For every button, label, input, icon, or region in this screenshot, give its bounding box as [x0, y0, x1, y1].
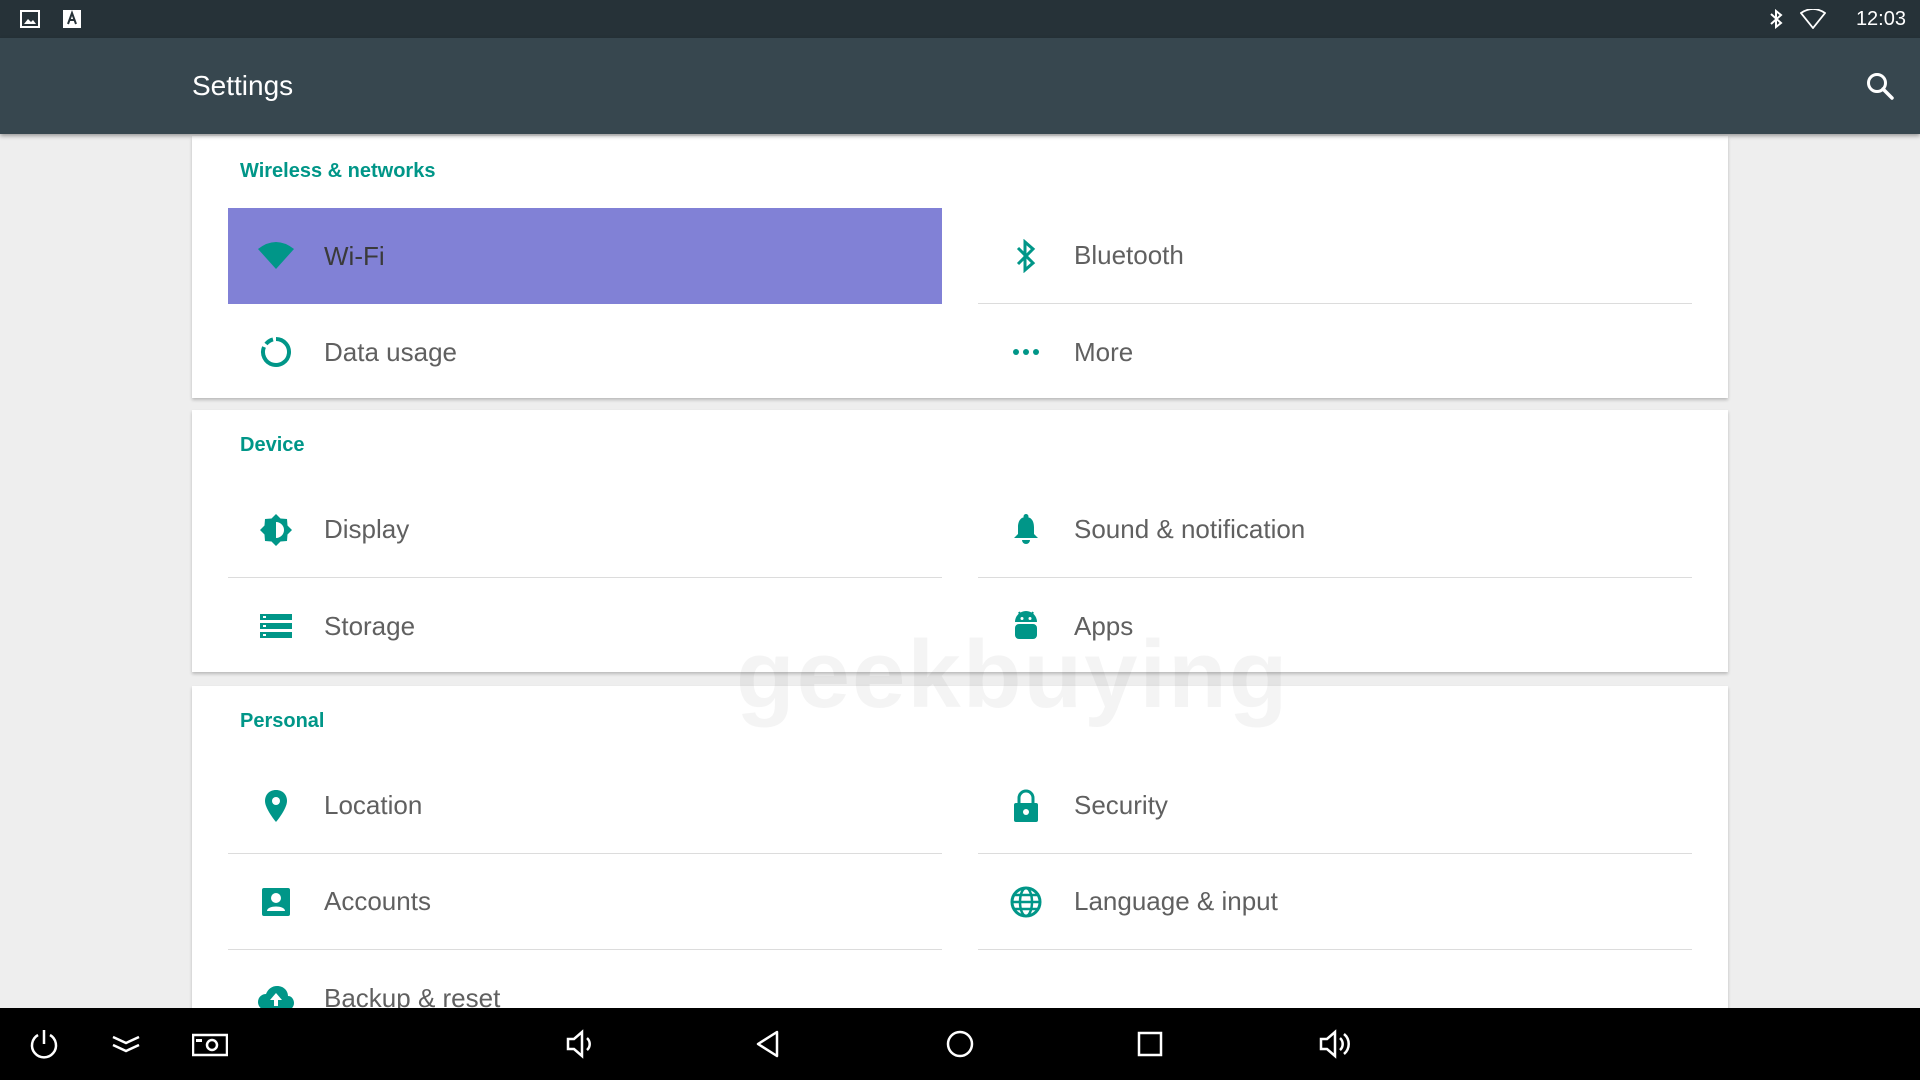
- home-icon[interactable]: [936, 1020, 984, 1068]
- personal-section-card: Personal Location Security Accounts Lang…: [192, 686, 1728, 1008]
- bluetooth-icon: [978, 208, 1074, 304]
- android-icon: [978, 578, 1074, 674]
- status-bar: 12:03: [0, 0, 1920, 38]
- device-section-card: Device Display Sound & notification Stor…: [192, 410, 1728, 672]
- collapse-icon[interactable]: [102, 1020, 150, 1068]
- volume-down-icon[interactable]: [558, 1020, 606, 1068]
- tile-label-location: Location: [324, 790, 423, 820]
- status-left: [20, 9, 82, 29]
- screenshot-icon[interactable]: [186, 1020, 234, 1068]
- toolbar: Settings: [0, 38, 1920, 134]
- section-header-personal: Personal: [240, 710, 325, 732]
- cloud-upload-icon: [228, 950, 324, 1008]
- globe-icon: [978, 854, 1074, 950]
- volume-up-icon[interactable]: [1314, 1020, 1362, 1068]
- tile-accounts[interactable]: Accounts: [228, 854, 942, 950]
- tile-bluetooth[interactable]: Bluetooth: [978, 208, 1692, 304]
- tile-location[interactable]: Location: [228, 758, 942, 854]
- tile-label-security: Security: [1074, 790, 1168, 820]
- tile-apps[interactable]: Apps: [978, 578, 1692, 674]
- status-clock: 12:03: [1855, 7, 1906, 30]
- status-right: 12:03: [1766, 8, 1906, 31]
- tile-label-accounts: Accounts: [324, 886, 431, 916]
- tile-display[interactable]: Display: [228, 482, 942, 578]
- recents-icon[interactable]: [1126, 1020, 1174, 1068]
- brightness-icon: [228, 482, 324, 578]
- bluetooth-status-icon: [1766, 9, 1786, 29]
- power-icon[interactable]: [20, 1020, 68, 1068]
- tile-sound-notification[interactable]: Sound & notification: [978, 482, 1692, 578]
- tile-label-bluetooth: Bluetooth: [1074, 240, 1184, 270]
- image-icon: [20, 9, 40, 29]
- tile-label-sound: Sound & notification: [1074, 514, 1306, 544]
- tile-label-display: Display: [324, 514, 410, 544]
- section-header-wireless: Wireless & networks: [240, 160, 436, 182]
- storage-icon: [228, 578, 324, 674]
- tile-wifi[interactable]: Wi-Fi: [228, 208, 942, 304]
- tile-security[interactable]: Security: [978, 758, 1692, 854]
- tile-label-storage: Storage: [324, 610, 416, 641]
- tile-label-apps: Apps: [1074, 610, 1134, 641]
- data-usage-icon: [228, 304, 324, 400]
- wireless-section-card: Wireless & networks Wi-Fi Bluetooth Data…: [192, 136, 1728, 398]
- account-icon: [228, 854, 324, 950]
- more-icon: [978, 304, 1074, 400]
- wifi-icon: [228, 208, 324, 304]
- page-title: Settings: [192, 70, 294, 101]
- navigation-bar: [0, 1008, 1920, 1080]
- tile-label-data-usage: Data usage: [324, 336, 457, 367]
- wifi-status-icon: [1799, 9, 1826, 29]
- search-icon[interactable]: [1858, 64, 1902, 108]
- tile-label-backup: Backup & reset: [324, 982, 501, 1009]
- tile-label-more: More: [1074, 336, 1134, 367]
- lock-icon: [978, 758, 1074, 854]
- location-pin-icon: [228, 758, 324, 854]
- settings-content[interactable]: geekbuying Wireless & networks Wi-Fi Blu…: [0, 134, 1920, 1008]
- tile-more[interactable]: More: [978, 304, 1692, 400]
- tile-data-usage[interactable]: Data usage: [228, 304, 942, 400]
- tile-backup-reset[interactable]: Backup & reset: [228, 950, 942, 1008]
- tile-label-wifi: Wi-Fi: [324, 240, 385, 271]
- tile-label-language: Language & input: [1074, 886, 1278, 916]
- section-header-device: Device: [240, 434, 305, 456]
- keyboard-a-icon: [62, 9, 82, 29]
- tile-storage[interactable]: Storage: [228, 578, 942, 674]
- back-icon[interactable]: [744, 1020, 792, 1068]
- tile-language-input[interactable]: Language & input: [978, 854, 1692, 950]
- bell-icon: [978, 482, 1074, 578]
